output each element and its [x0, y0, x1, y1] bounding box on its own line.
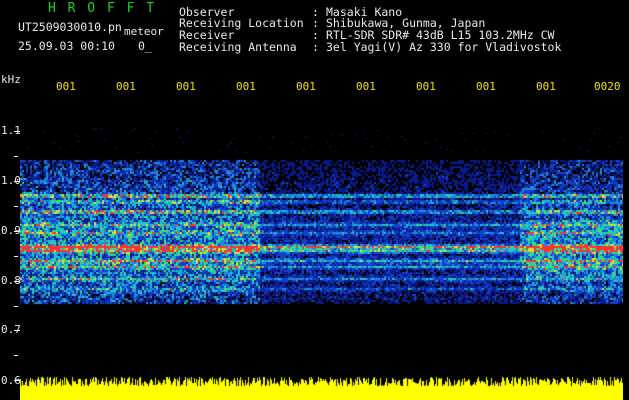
y-tick-label: 0.8: [1, 274, 21, 287]
frequency-unit-label: kHz: [1, 73, 21, 86]
minute-tick-label: 001: [56, 80, 76, 93]
minute-tick-label: 001: [176, 80, 196, 93]
y-tick-label: 0.7: [1, 323, 21, 336]
meta-label-antenna: Receiving Antenna: [179, 40, 297, 54]
y-tick-label: 0.6: [1, 374, 21, 387]
y-tick-label: 1.0: [1, 174, 21, 187]
meta-sep: :: [312, 40, 319, 54]
minute-tick-label: 001: [416, 80, 436, 93]
mode-label: meteor: [124, 25, 164, 38]
minute-tick-label: 001: [536, 80, 556, 93]
count-label: 0_: [138, 39, 152, 53]
file-name: UT2509030010.pn: [18, 20, 122, 34]
y-tick-label: 1.1: [1, 124, 21, 137]
minute-tick-label: 001: [236, 80, 256, 93]
meta-value-antenna: 3el Yagi(V) Az 330 for Vladivostok: [326, 40, 562, 54]
spectrogram-waterfall: [20, 98, 623, 400]
minute-tick-label: 001: [476, 80, 496, 93]
minute-tick-label: 0020: [594, 80, 621, 93]
minute-tick-label: 001: [116, 80, 136, 93]
minute-tick-label: 001: [356, 80, 376, 93]
y-tick-label: 0.9: [1, 224, 21, 237]
app-title: H R O F F T: [48, 1, 157, 16]
minute-tick-label: 001: [296, 80, 316, 93]
datetime-label: 25.09.03 00:10: [18, 39, 115, 53]
spectrogram-screen: H R O F F T UT2509030010.pn meteor 25.09…: [0, 0, 629, 400]
